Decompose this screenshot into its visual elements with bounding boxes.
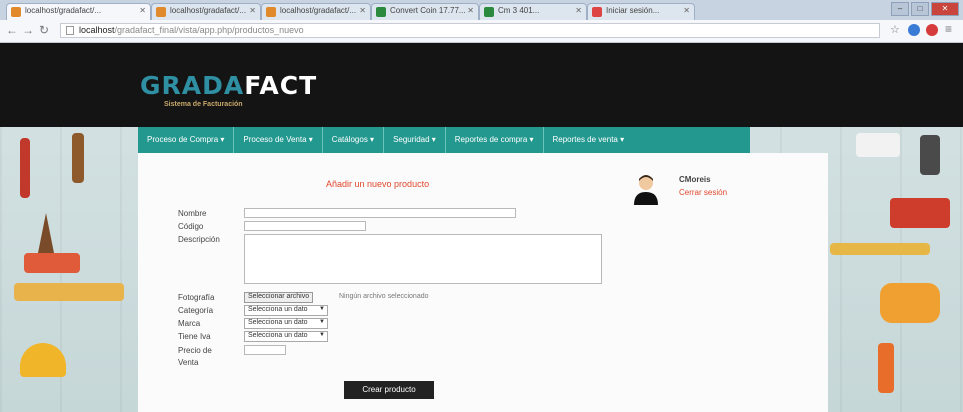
user-name: CMoreis bbox=[679, 175, 711, 184]
menu-reportes-venta[interactable]: Reportes de venta ▾ bbox=[544, 127, 634, 153]
precio-label: Precio de bbox=[178, 346, 212, 355]
fotografia-label: Fotografía bbox=[178, 293, 215, 302]
codigo-input[interactable] bbox=[244, 221, 366, 231]
level-icon bbox=[14, 283, 124, 301]
tab-favicon-icon bbox=[484, 7, 494, 17]
browser-tab[interactable]: localhost/gradafact/... ✕ bbox=[261, 3, 371, 20]
tab-close-icon[interactable]: ✕ bbox=[249, 6, 256, 15]
menu-proceso-venta[interactable]: Proceso de Venta ▾ bbox=[234, 127, 323, 153]
paint-roller-icon bbox=[878, 343, 894, 393]
nombre-label: Nombre bbox=[178, 209, 207, 218]
browser-tab[interactable]: Iniciar sesión... ✕ bbox=[587, 3, 695, 20]
browser-tab[interactable]: localhost/gradafact/... ✕ bbox=[6, 3, 151, 20]
tab-favicon-icon bbox=[266, 7, 276, 17]
hammer-icon bbox=[920, 135, 940, 175]
screwdriver-icon bbox=[72, 133, 84, 183]
bookmark-star-icon[interactable]: ☆ bbox=[890, 23, 900, 36]
file-status-text: Ningún archivo seleccionado bbox=[339, 293, 429, 300]
tiene-iva-label: Tiene Iva bbox=[178, 332, 211, 341]
back-icon[interactable]: ← bbox=[6, 23, 18, 37]
menu-icon[interactable]: ≡ bbox=[945, 22, 952, 36]
glove-icon bbox=[880, 283, 940, 323]
chevron-down-icon: ▼ bbox=[319, 319, 325, 325]
tab-close-icon[interactable]: ✕ bbox=[467, 6, 474, 15]
categoria-select[interactable]: Selecciona un dato ▼ bbox=[244, 305, 328, 316]
page-icon bbox=[66, 26, 74, 35]
tab-close-icon[interactable]: ✕ bbox=[359, 6, 366, 15]
extension-icon[interactable] bbox=[908, 24, 920, 36]
content-panel: Añadir un nuevo producto Nombre Código D… bbox=[138, 153, 828, 412]
menu-catalogos[interactable]: Catálogos ▾ bbox=[323, 127, 385, 153]
user-avatar bbox=[634, 175, 658, 205]
codigo-label: Código bbox=[178, 222, 204, 231]
browser-tab-bar: localhost/gradafact/... ✕ localhost/grad… bbox=[0, 0, 963, 20]
tiene-iva-select[interactable]: Selecciona un dato ▼ bbox=[244, 331, 328, 342]
precio-input[interactable] bbox=[244, 345, 286, 355]
spatula-icon bbox=[24, 253, 80, 273]
web-page: GRADAFACT Sistema de Facturación Proceso… bbox=[0, 43, 963, 412]
tab-favicon-icon bbox=[156, 7, 166, 17]
marca-select[interactable]: Selecciona un dato ▼ bbox=[244, 318, 328, 329]
chevron-down-icon: ▼ bbox=[319, 306, 325, 312]
tab-close-icon[interactable]: ✕ bbox=[683, 6, 690, 15]
browser-tab[interactable]: localhost/gradafact/... ✕ bbox=[151, 3, 261, 20]
extension-icon[interactable] bbox=[926, 24, 938, 36]
forward-icon[interactable]: → bbox=[22, 23, 34, 37]
browser-tab[interactable]: Convert Coin 17.77... ✕ bbox=[371, 3, 479, 20]
tab-close-icon[interactable]: ✕ bbox=[139, 6, 146, 15]
url-input[interactable]: localhost/gradafact_final/vista/app.php/… bbox=[60, 23, 880, 38]
site-header: GRADAFACT Sistema de Facturación bbox=[0, 43, 963, 127]
site-logo[interactable]: GRADAFACT bbox=[140, 71, 317, 100]
pliers-icon bbox=[20, 138, 30, 198]
file-select-button[interactable]: Seleccionar archivo bbox=[244, 292, 314, 303]
maximize-icon[interactable]: □ bbox=[911, 2, 929, 16]
tab-close-icon[interactable]: ✕ bbox=[575, 6, 582, 15]
site-tagline: Sistema de Facturación bbox=[164, 101, 243, 108]
saw-icon bbox=[890, 198, 950, 228]
tab-favicon-icon bbox=[592, 7, 602, 17]
address-bar-row: ← → ↻ localhost/gradafact_final/vista/ap… bbox=[0, 20, 963, 43]
tab-favicon-icon bbox=[11, 7, 21, 17]
nombre-input[interactable] bbox=[244, 208, 516, 218]
window-controls: – □ ✕ bbox=[891, 2, 959, 16]
close-window-icon[interactable]: ✕ bbox=[931, 2, 959, 16]
minimize-icon[interactable]: – bbox=[891, 2, 909, 16]
form-title: Añadir un nuevo producto bbox=[326, 179, 430, 189]
main-nav: Proceso de Compra ▾ Proceso de Venta ▾ C… bbox=[138, 127, 750, 153]
paint-can-icon bbox=[856, 133, 900, 157]
descripcion-label: Descripción bbox=[178, 235, 220, 244]
reload-icon[interactable]: ↻ bbox=[39, 23, 49, 37]
tab-favicon-icon bbox=[376, 7, 386, 17]
browser-tab[interactable]: Cm 3 401... ✕ bbox=[479, 3, 587, 20]
marca-label: Marca bbox=[178, 319, 201, 328]
categoria-label: Categoría bbox=[178, 306, 214, 315]
level-icon bbox=[830, 243, 930, 255]
menu-reportes-compra[interactable]: Reportes de compra ▾ bbox=[446, 127, 544, 153]
menu-proceso-compra[interactable]: Proceso de Compra ▾ bbox=[138, 127, 235, 153]
descripcion-textarea[interactable] bbox=[244, 234, 602, 284]
create-product-button[interactable]: Crear producto bbox=[344, 381, 434, 399]
menu-seguridad[interactable]: Seguridad ▾ bbox=[384, 127, 446, 153]
hard-hat-icon bbox=[20, 343, 66, 377]
precio-label-line2: Venta bbox=[178, 358, 199, 367]
chevron-down-icon: ▼ bbox=[319, 332, 325, 338]
logout-link[interactable]: Cerrar sesión bbox=[679, 188, 727, 197]
